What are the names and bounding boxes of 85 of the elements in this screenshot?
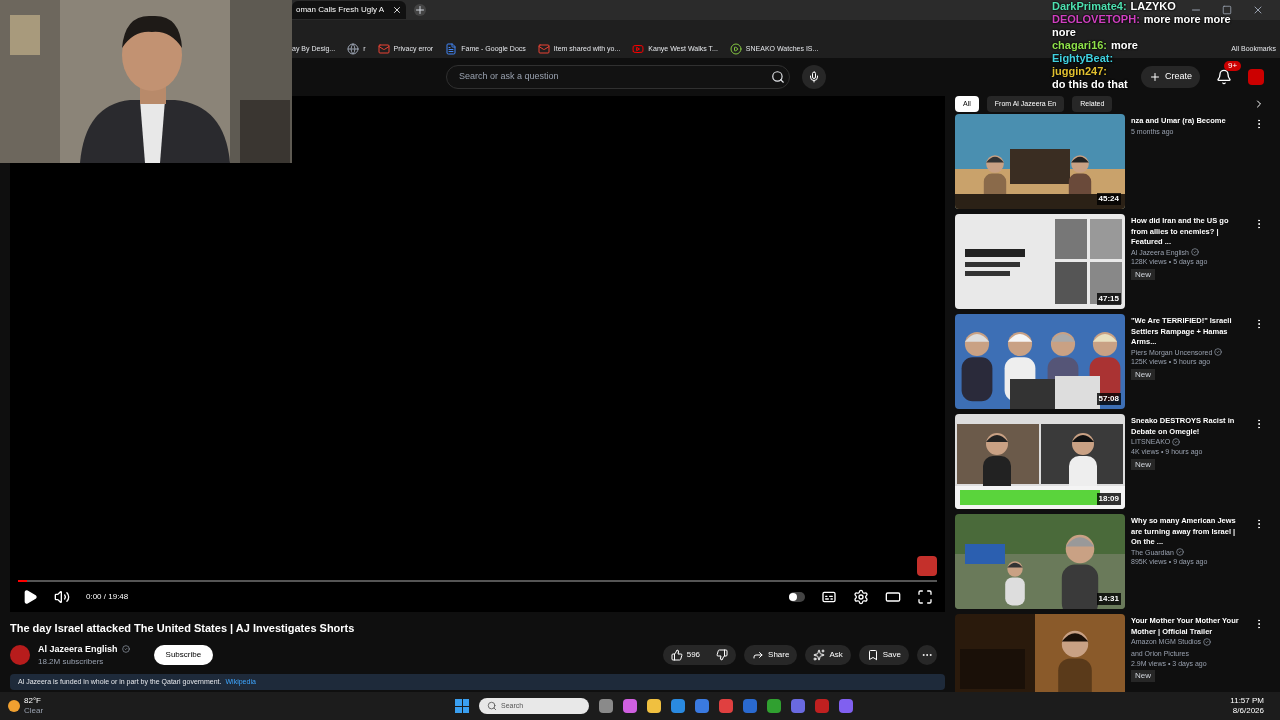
taskbar-app-icon[interactable]	[647, 699, 661, 713]
share-button[interactable]: Share	[744, 645, 798, 666]
ask-button[interactable]: Ask	[805, 645, 851, 666]
search-icon	[487, 701, 497, 711]
close-icon[interactable]	[392, 5, 403, 15]
taskbar-app-icon[interactable]	[695, 699, 709, 713]
verified-icon	[1191, 248, 1199, 257]
notification-badge: 9+	[1224, 61, 1242, 71]
chat-username: EightyBeat:	[1052, 52, 1114, 65]
globe-icon	[347, 43, 360, 55]
mic-icon	[808, 71, 820, 83]
chat-username: DarkPrimate4:	[1052, 0, 1127, 13]
avatar[interactable]	[1248, 69, 1264, 85]
chat-message: LAZYKO	[1130, 0, 1176, 13]
chat-username: DEOLOVETOPH:	[1052, 13, 1140, 26]
channel-avatar[interactable]	[10, 645, 30, 666]
bell-icon[interactable]	[1216, 69, 1232, 85]
theater-mode-icon[interactable]	[885, 589, 901, 605]
taskbar-app-icon[interactable]	[767, 699, 781, 713]
taskbar-app-icon[interactable]	[839, 699, 853, 713]
channel-watermark-icon	[917, 556, 937, 576]
settings-icon[interactable]	[853, 589, 869, 605]
verified-icon	[1175, 548, 1184, 557]
chat-message: nore	[1052, 26, 1076, 39]
new-badge: New	[1131, 458, 1155, 470]
new-badge: New	[1131, 670, 1155, 682]
close-icon[interactable]	[1252, 4, 1264, 16]
subscribe-button[interactable]: Subscribe	[153, 645, 214, 666]
subscriber-count: 18.2M subscribers	[38, 656, 105, 668]
chat-message: more more more	[1143, 13, 1231, 26]
weather-condition: Clear	[24, 706, 44, 716]
verified-icon	[1172, 437, 1181, 446]
verified-icon	[121, 645, 130, 654]
volume-icon[interactable]	[54, 589, 70, 605]
duration-badge: 18:09	[1096, 493, 1121, 505]
verified-icon	[1214, 348, 1223, 357]
more-button[interactable]	[917, 645, 937, 666]
search-icon[interactable]	[771, 70, 785, 84]
verified-icon	[1203, 637, 1212, 646]
clock-time: 11:57 PM	[1230, 696, 1264, 706]
duration-badge: 14:31	[1096, 593, 1121, 605]
windows-start-icon[interactable]	[455, 699, 469, 713]
dislike-icon[interactable]	[716, 649, 729, 662]
plus-icon	[1149, 71, 1161, 83]
duration-badge: 45:24	[1096, 193, 1121, 205]
chat-username: juggin247:	[1052, 65, 1107, 78]
taskbar-app-icon[interactable]	[599, 699, 613, 713]
mic-button[interactable]	[802, 65, 826, 89]
captions-icon[interactable]	[821, 589, 837, 605]
video-player[interactable]: 0:00 / 19:48	[10, 96, 945, 612]
chat-message: more	[1111, 39, 1138, 52]
bookmark-icon	[866, 649, 879, 662]
taskbar-app-icon[interactable]	[719, 699, 733, 713]
duration-badge: 57:08	[1096, 393, 1121, 405]
mail-icon	[537, 43, 550, 55]
chat-message: do this do that	[1052, 78, 1128, 91]
browser-tab[interactable]: oman Calls Fresh Ugly A	[292, 1, 407, 19]
sparkle-icon	[813, 649, 826, 662]
taskbar-app-icon[interactable]	[671, 699, 685, 713]
document-icon	[445, 43, 458, 55]
search-field[interactable]: Search or ask a question	[446, 65, 790, 89]
thumbs-up-icon	[670, 649, 683, 662]
chat-username: chagari16:	[1052, 39, 1108, 52]
new-badge: New	[1131, 269, 1155, 281]
taskbar-app-icon[interactable]	[623, 699, 637, 713]
play-icon[interactable]	[22, 589, 38, 605]
taskbar-app-icon[interactable]	[743, 699, 757, 713]
new-badge: New	[1131, 369, 1155, 381]
save-button[interactable]: Save	[858, 645, 909, 666]
taskbar-app-icon[interactable]	[791, 699, 805, 713]
fullscreen-icon[interactable]	[917, 589, 933, 605]
mail-icon	[377, 43, 390, 55]
video-title: The day Israel attacked The United States | AJ Investigates Shorts	[10, 621, 356, 636]
time-display: 0:00 / 19:48	[86, 591, 129, 603]
weather-icon[interactable]	[8, 700, 20, 712]
create-button[interactable]: Create	[1141, 66, 1200, 88]
duration-badge: 47:15	[1096, 293, 1121, 305]
maximize-icon[interactable]	[1222, 5, 1232, 15]
channel-name[interactable]: Al Jazeera English	[38, 642, 118, 656]
play-circle-icon	[729, 43, 742, 55]
temperature: 82°F	[24, 696, 42, 706]
new-tab-icon[interactable]	[414, 4, 427, 16]
autoplay-toggle[interactable]	[789, 592, 805, 602]
clock-date: 8/6/2026	[1232, 706, 1264, 716]
play-logo-icon	[632, 43, 645, 55]
